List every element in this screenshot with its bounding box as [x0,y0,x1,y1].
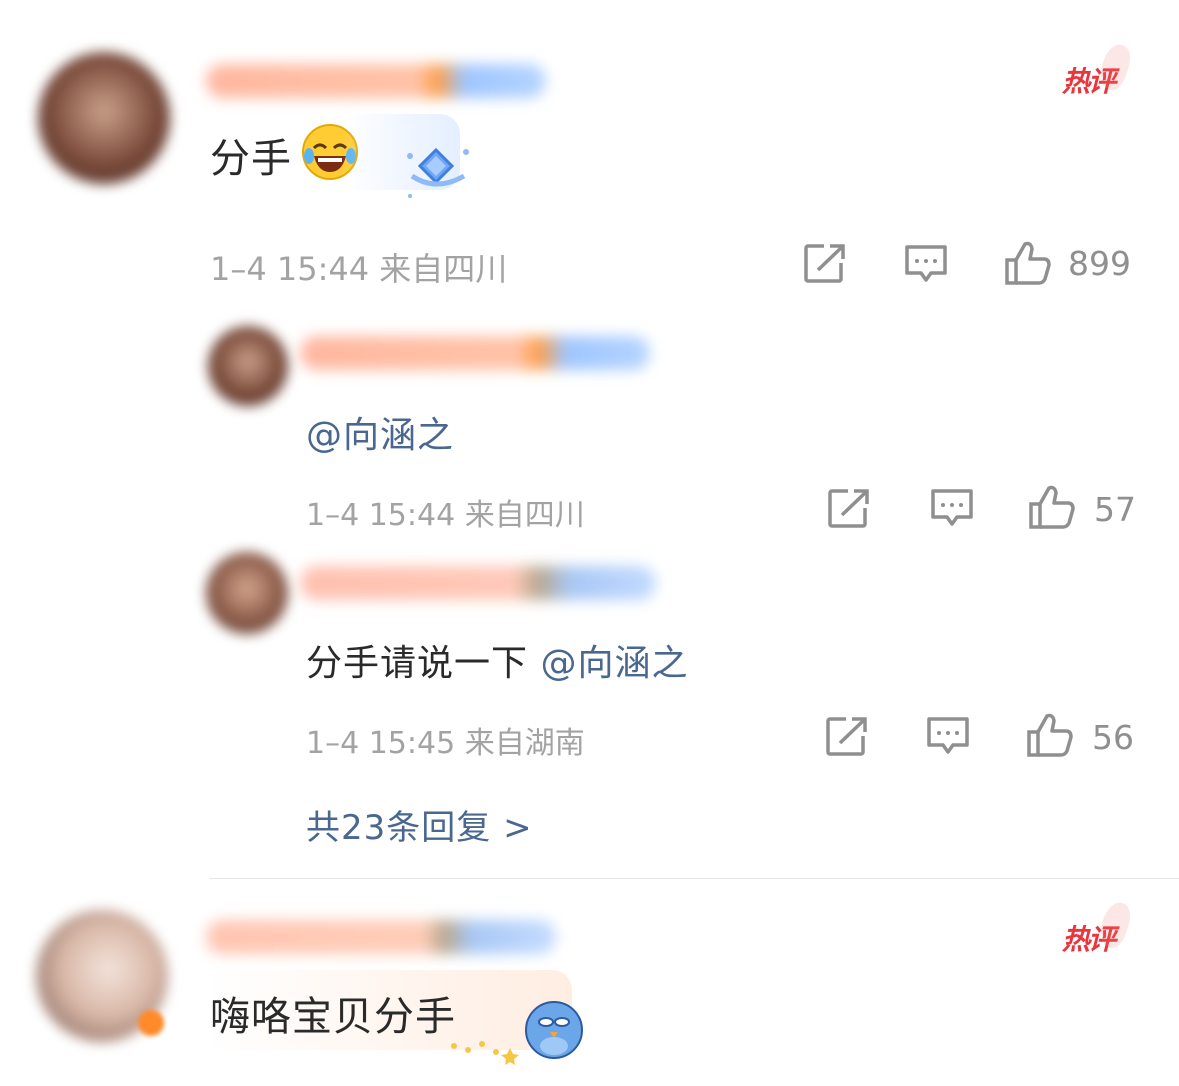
reply-meta: 1–4 15:44 来自四川 [306,498,585,533]
username[interactable] [206,920,556,954]
mention-link[interactable]: @向涵之 [306,406,454,458]
bird-sticker-icon [451,1001,583,1065]
reply-meta: 1–4 15:45 来自湖南 [306,726,585,761]
comment-icon[interactable] [926,716,970,756]
mention-link[interactable]: @向涵之 [540,643,688,684]
like-count: 56 [1092,718,1134,757]
comment-icon[interactable] [904,244,948,284]
like-icon[interactable] [1004,240,1052,286]
like-count: 57 [1094,490,1136,529]
avatar[interactable] [208,326,288,406]
comment-text: 分手 [210,136,292,182]
reply-body: 分手请说一下 [306,643,529,684]
comment-icon[interactable] [930,488,974,528]
diamond-sticker-icon [407,147,469,198]
comment-text: 嗨咯宝贝分手 [210,994,456,1040]
share-icon[interactable] [804,243,846,283]
hot-comment-badge: 热评 [1062,60,1116,100]
share-icon[interactable] [828,488,870,528]
more-replies-link[interactable]: 共23条回复 > [306,800,533,849]
comment-meta: 1–4 15:44 来自四川 [210,250,508,288]
like-icon[interactable] [1028,484,1076,530]
like-icon[interactable] [1026,712,1074,758]
divider [210,878,1179,879]
avatar[interactable] [38,52,170,184]
avatar[interactable] [206,552,288,634]
hot-comment-badge: 热评 [1062,918,1116,958]
share-icon[interactable] [826,716,868,756]
verified-badge [138,1010,164,1036]
like-count: 899 [1068,244,1131,283]
username[interactable] [300,566,656,600]
username[interactable] [300,336,650,370]
username[interactable] [206,64,546,98]
reply-text: 分手请说一下 @向涵之 [306,634,688,686]
